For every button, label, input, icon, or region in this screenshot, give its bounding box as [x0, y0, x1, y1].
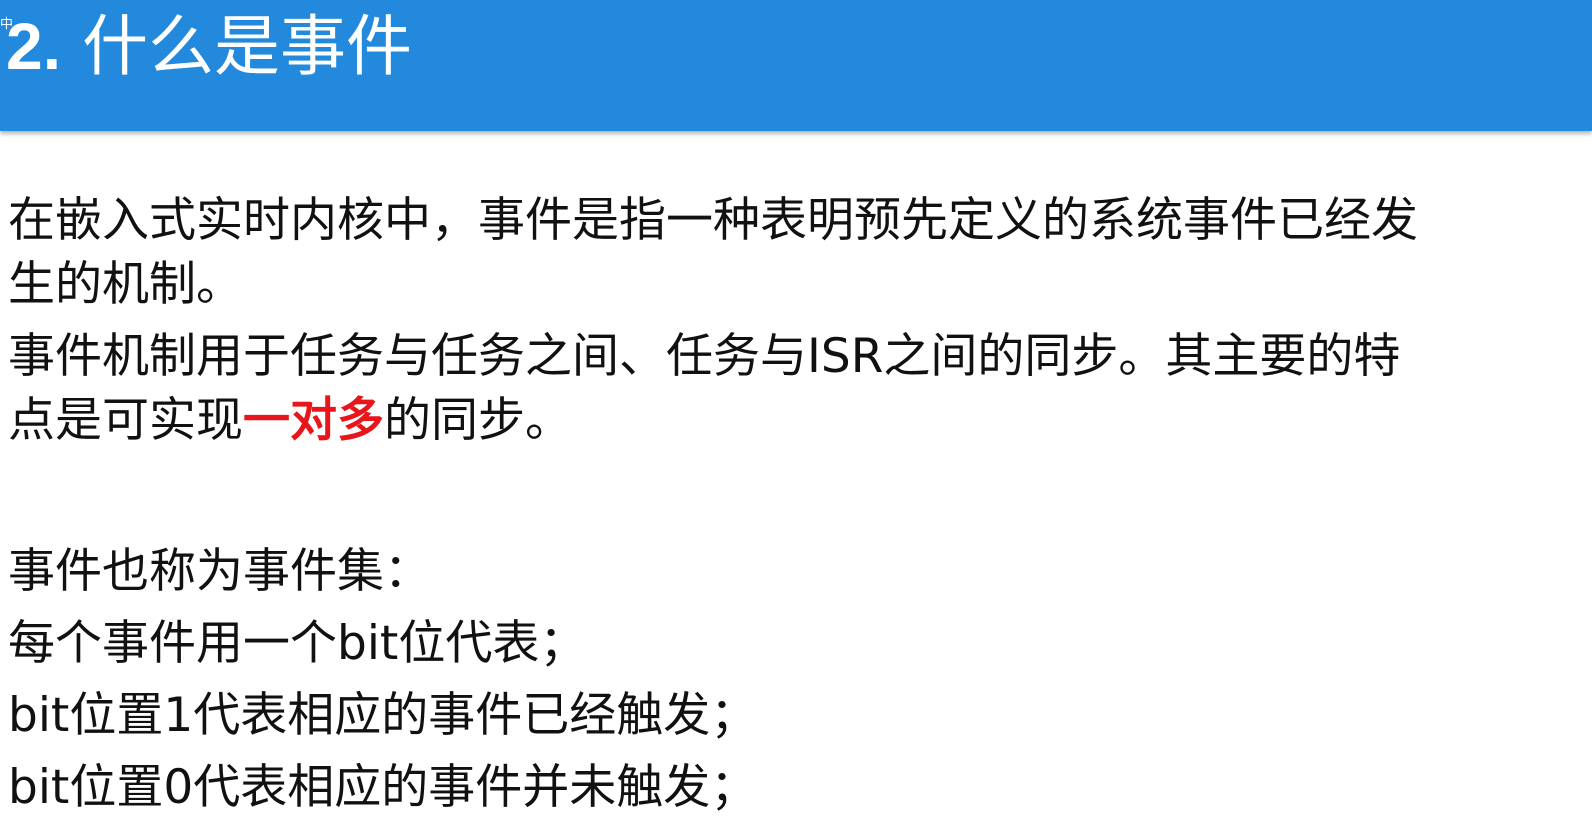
list-item: bit位置0代表相应的事件并未触发；: [8, 760, 758, 815]
paragraph-line: 点是可实现一对多的同步。: [8, 389, 1400, 453]
paragraph-line: 事件机制用于任务与任务之间、任务与ISR之间的同步。其主要的特: [8, 329, 1401, 384]
list-item: bit位置1代表相应的事件已经触发；: [8, 688, 758, 743]
title-text: 什么是事件: [82, 8, 413, 85]
list-item: 事件也称为事件集：: [8, 544, 431, 599]
emphasis-text: 一对多: [243, 393, 384, 448]
text-run: 的同步。: [384, 393, 572, 448]
event-set-list: 事件也称为事件集： 每个事件用一个bit位代表； bit位置1代表相应的事件已经…: [8, 536, 757, 824]
title-number: 2.: [6, 9, 62, 83]
paragraph-definition: 在嵌入式实时内核中，事件是指一种表明预先定义的系统事件已经发 生的机制。: [8, 189, 1418, 317]
text-run: 点是可实现: [8, 393, 243, 448]
paragraph-line: 在嵌入式实时内核中，事件是指一种表明预先定义的系统事件已经发: [8, 193, 1418, 248]
list-item: 每个事件用一个bit位代表；: [8, 616, 587, 671]
slide: 中 2. 什么是事件 在嵌入式实时内核中，事件是指一种表明预先定义的系统事件已经…: [0, 0, 1592, 840]
paragraph-mechanism: 事件机制用于任务与任务之间、任务与ISR之间的同步。其主要的特 点是可实现一对多…: [8, 325, 1400, 453]
paragraph-line: 生的机制。: [8, 257, 243, 312]
slide-title: 2. 什么是事件: [6, 6, 412, 87]
title-bar: 中 2. 什么是事件: [0, 0, 1592, 131]
